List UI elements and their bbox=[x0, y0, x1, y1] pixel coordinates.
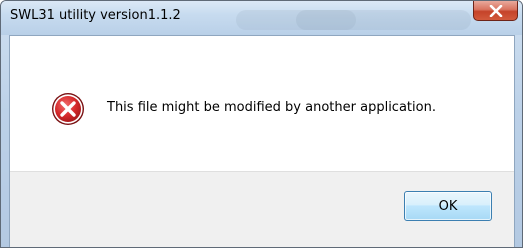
dialog-window: SWL31 utility version1.1.2 This file mig… bbox=[0, 0, 523, 248]
ok-button[interactable]: OK bbox=[404, 191, 492, 221]
title-bar-glow bbox=[296, 10, 471, 30]
dialog-body: This file might be modified by another a… bbox=[9, 35, 515, 247]
close-button[interactable] bbox=[473, 1, 518, 21]
close-icon bbox=[489, 4, 503, 17]
button-bar: OK bbox=[10, 171, 514, 247]
window-title: SWL31 utility version1.1.2 bbox=[10, 8, 181, 23]
message-area: This file might be modified by another a… bbox=[10, 36, 514, 171]
error-icon bbox=[51, 92, 85, 126]
title-bar[interactable]: SWL31 utility version1.1.2 bbox=[1, 1, 522, 35]
error-message: This file might be modified by another a… bbox=[107, 100, 436, 115]
